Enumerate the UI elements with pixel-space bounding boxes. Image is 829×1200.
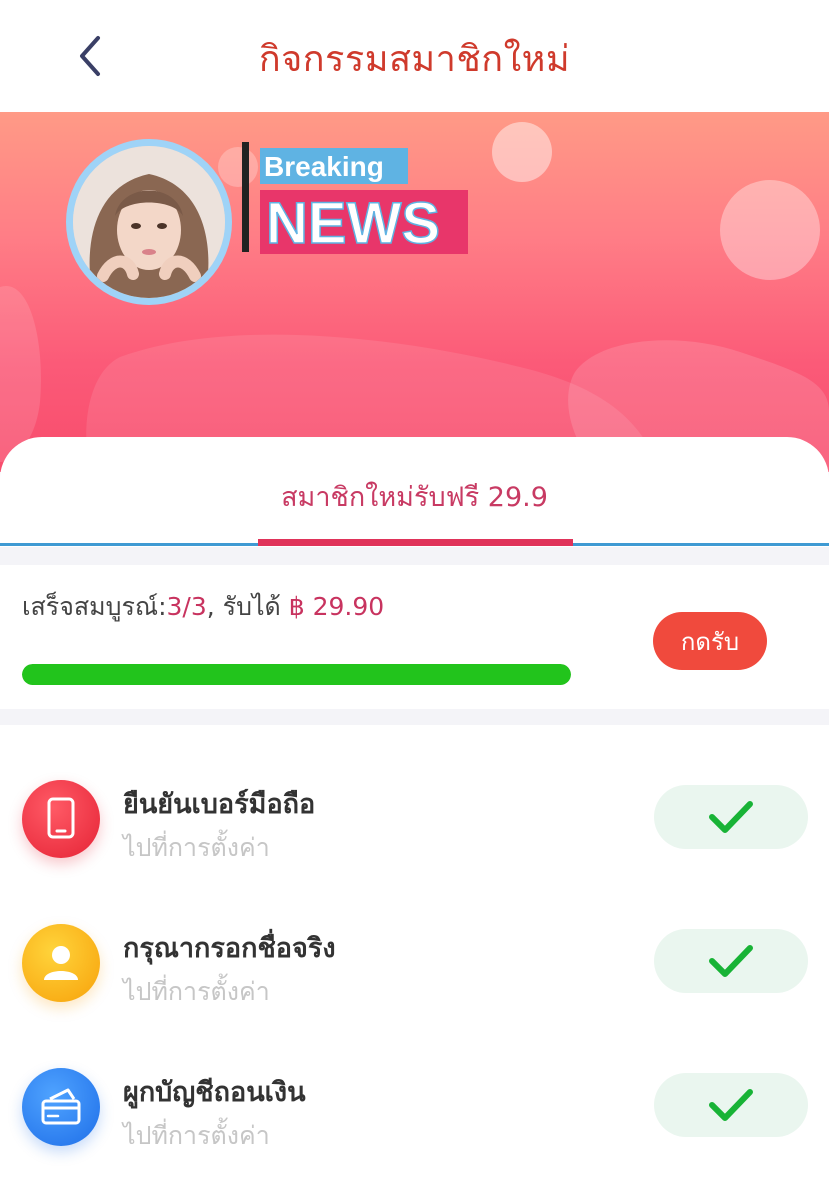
task-icon-circle [22,924,100,1002]
task-done-button[interactable] [654,785,808,849]
breaking-news-logo: Breaking NEWS [242,140,482,270]
tab-new-member[interactable]: สมาชิกใหม่รับฟรี 29.9 [0,475,829,518]
task-subtitle[interactable]: ไปที่การตั้งค่า [123,828,270,868]
task-title: กรุณากรอกชื่อจริง [123,933,336,964]
check-icon [709,1089,753,1121]
avatar-portrait [73,146,225,298]
task-title: ยืนยันเบอร์มือถือ [123,789,316,820]
reward-amount: ฿ 29.90 [288,592,385,621]
progress-prefix: เสร็จสมบูรณ์: [22,592,167,621]
task-done-button[interactable] [654,1073,808,1137]
task-done-button[interactable] [654,929,808,993]
check-icon [709,945,753,977]
list-item: กรุณากรอกชื่อจริง ไปที่การตั้งค่า [0,906,829,1026]
list-item: ผูกบัญชีถอนเงิน ไปที่การตั้งค่า [0,1050,829,1170]
tab-active-indicator [258,539,573,546]
task-list: ยืนยันเบอร์มือถือ ไปที่การตั้งค่า กรุณาก… [0,725,829,1200]
progress-section: เสร็จสมบูรณ์:3/3, รับได้ ฿ 29.90 กดรับ [0,565,829,709]
logo-news-text: NEWS [266,191,440,256]
logo-breaking-text: Breaking [264,151,384,182]
page: กิจกรรมสมาชิกใหม่ Breaking NEWS สมาชิกให… [0,0,829,1200]
page-title: กิจกรรมสมาชิกใหม่ [258,39,571,80]
progress-summary: เสร็จสมบูรณ์:3/3, รับได้ ฿ 29.90 [22,587,384,627]
claim-button[interactable]: กดรับ [653,612,767,670]
task-icon-circle [22,780,100,858]
phone-icon [47,797,75,839]
task-subtitle[interactable]: ไปที่การตั้งค่า [123,972,270,1012]
check-icon [709,801,753,833]
progress-bar-fill [22,664,571,685]
progress-count: 3/3 [166,592,207,621]
task-title: ผูกบัญชีถอนเงิน [123,1077,306,1108]
promo-banner: Breaking NEWS [0,112,829,472]
task-subtitle[interactable]: ไปที่การตั้งค่า [123,1116,270,1156]
list-item: ยืนยันเบอร์มือถือ ไปที่การตั้งค่า [0,762,829,882]
progress-middle: , รับได้ [206,592,289,621]
task-icon-circle [22,1068,100,1146]
app-header: กิจกรรมสมาชิกใหม่ [0,0,829,112]
progress-bar [22,664,571,685]
user-icon [44,946,78,980]
tab-card: สมาชิกใหม่รับฟรี 29.9 [0,437,829,547]
card-icon [41,1088,81,1125]
avatar [66,139,232,305]
